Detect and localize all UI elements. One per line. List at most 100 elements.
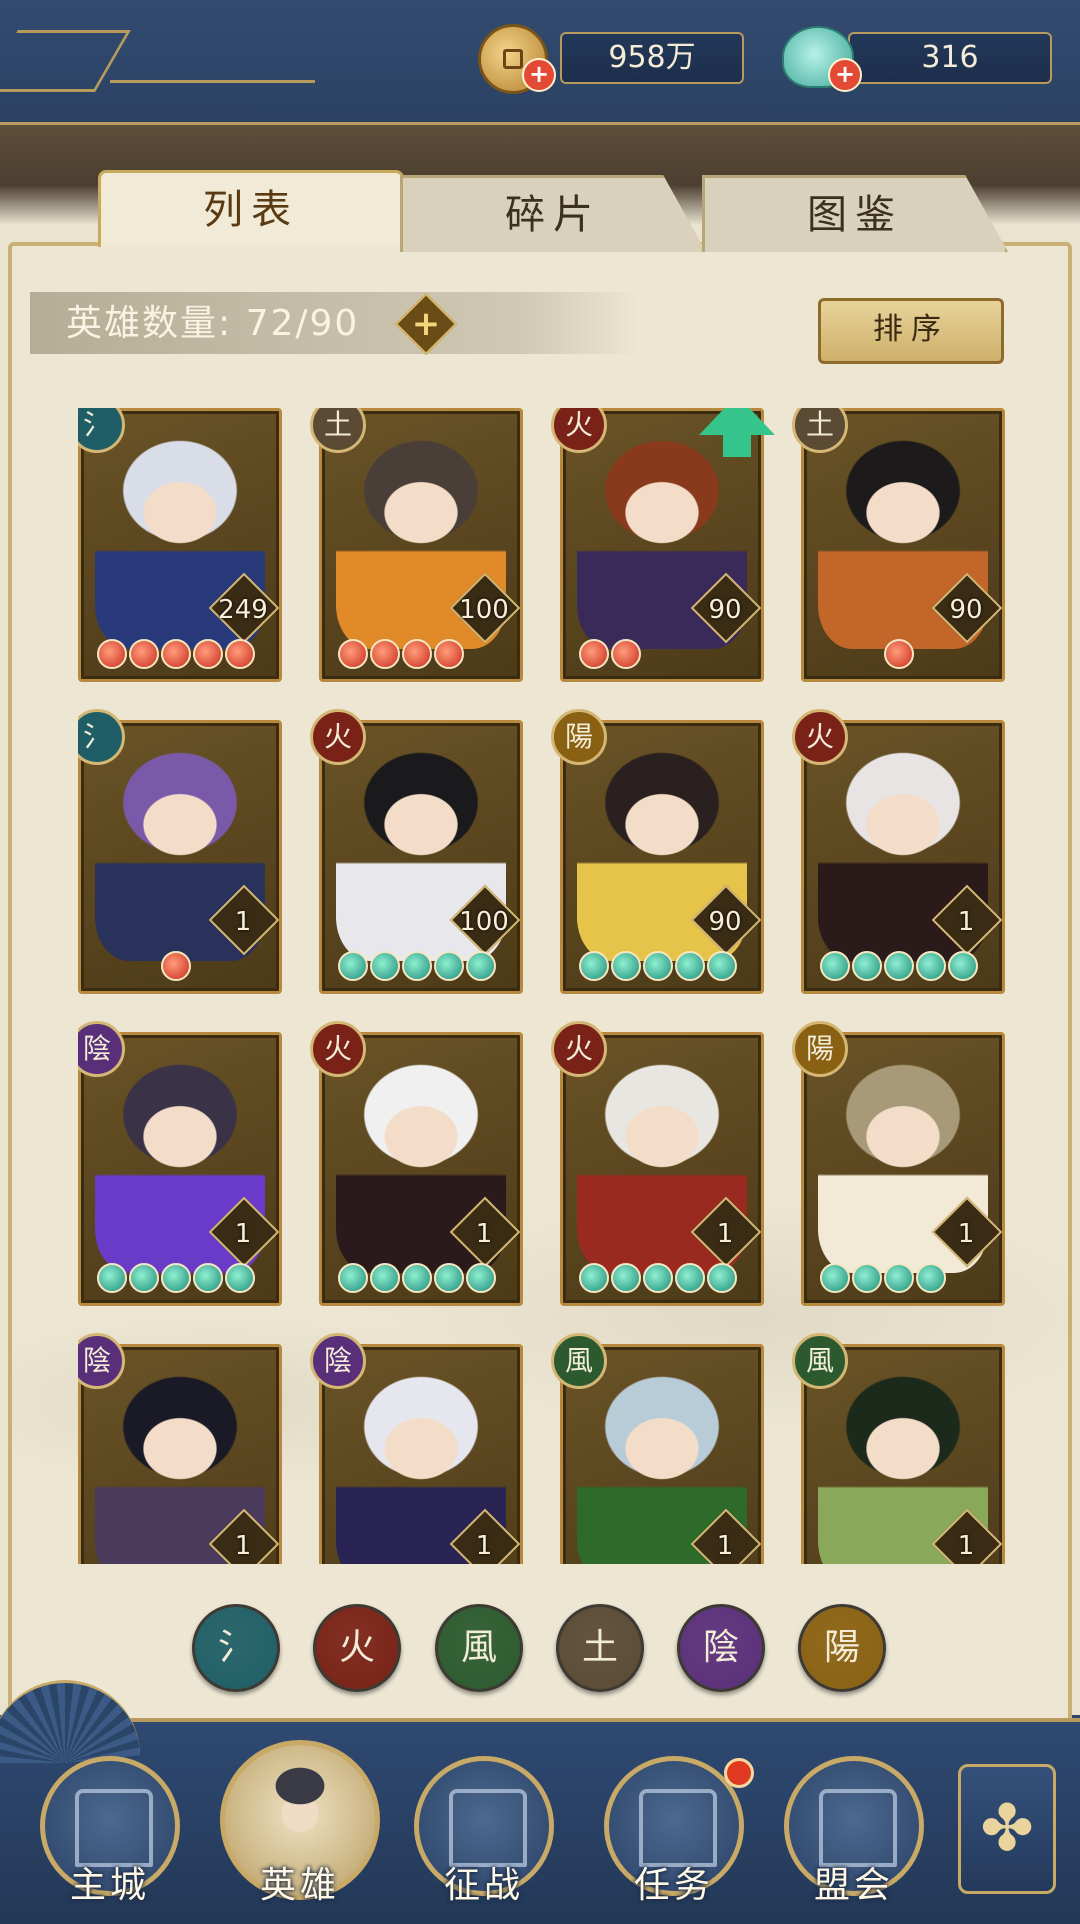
star-orb-icon bbox=[129, 639, 159, 669]
star-rating bbox=[338, 1263, 496, 1295]
hero-card[interactable]: 風1 bbox=[551, 1333, 764, 1564]
star-orb-icon bbox=[611, 639, 641, 669]
hero-level: 1 bbox=[475, 1531, 493, 1561]
star-rating bbox=[579, 951, 737, 983]
hero-level: 90 bbox=[708, 595, 742, 625]
yang-element-badge: 陽 bbox=[551, 709, 607, 765]
coins-value: 958万 bbox=[608, 40, 696, 75]
hero-card[interactable]: 火1 bbox=[310, 1021, 523, 1306]
hero-level: 1 bbox=[234, 907, 252, 937]
filter-fire-button[interactable]: 火 bbox=[313, 1604, 401, 1692]
star-orb-icon bbox=[643, 1263, 673, 1293]
hero-card[interactable]: 土 90 bbox=[792, 408, 1005, 682]
star-rating bbox=[338, 639, 464, 671]
hero-level: 1 bbox=[716, 1531, 734, 1561]
hero-card[interactable]: 土 100 bbox=[310, 408, 523, 682]
coins-counter: 958万 bbox=[560, 32, 744, 84]
filter-wind-button[interactable]: 風 bbox=[435, 1604, 523, 1692]
hero-card[interactable]: 陰1 bbox=[78, 1021, 282, 1306]
star-orb-icon bbox=[338, 639, 368, 669]
filter-water-button[interactable]: 氵 bbox=[192, 1604, 280, 1692]
hero-card[interactable]: 火1 bbox=[551, 1021, 764, 1306]
earth-element-badge: 土 bbox=[792, 408, 848, 453]
hero-card[interactable]: 風1 bbox=[792, 1333, 1005, 1564]
filter-yang-button[interactable]: 陽 bbox=[798, 1604, 886, 1692]
clover-menu-icon: ✤ bbox=[980, 1792, 1034, 1866]
star-orb-icon bbox=[434, 951, 464, 981]
earth-element-badge: 土 bbox=[310, 408, 366, 453]
star-orb-icon bbox=[611, 951, 641, 981]
star-orb-icon bbox=[852, 951, 882, 981]
notification-dot bbox=[724, 1758, 754, 1788]
tab-list[interactable]: 列表 bbox=[98, 170, 404, 247]
star-orb-icon bbox=[370, 951, 400, 981]
star-orb-icon bbox=[225, 1263, 255, 1293]
hero-level: 1 bbox=[475, 1219, 493, 1249]
star-orb-icon bbox=[466, 1263, 496, 1293]
star-rating bbox=[338, 951, 496, 983]
star-orb-icon bbox=[916, 951, 946, 981]
hero-count-label: 英雄数量: 72/90 bbox=[66, 303, 360, 344]
tab-codex[interactable]: 图鉴 bbox=[702, 175, 1008, 252]
hero-card[interactable]: 陰1 bbox=[78, 1333, 282, 1564]
star-orb-icon bbox=[611, 1263, 641, 1293]
hero-card[interactable]: 氵 249 bbox=[78, 408, 282, 682]
yang-element-badge: 陽 bbox=[792, 1021, 848, 1077]
star-orb-icon bbox=[884, 951, 914, 981]
star-rating bbox=[820, 951, 978, 983]
hero-card[interactable]: 氵1 bbox=[78, 709, 282, 994]
star-orb-icon bbox=[675, 1263, 705, 1293]
filter-yin-button[interactable]: 陰 bbox=[677, 1604, 765, 1692]
star-rating bbox=[820, 1263, 946, 1295]
fire-element-badge: 火 bbox=[310, 709, 366, 765]
hero-level: 90 bbox=[949, 595, 983, 625]
hero-level: 90 bbox=[708, 907, 742, 937]
star-rating bbox=[884, 639, 914, 671]
star-rating bbox=[579, 1263, 737, 1295]
more-menu-button[interactable]: ✤ bbox=[958, 1764, 1056, 1894]
sort-button[interactable]: 排序 bbox=[818, 298, 1004, 364]
star-orb-icon bbox=[97, 639, 127, 669]
nav-label: 任务 bbox=[633, 1865, 714, 1906]
star-orb-icon bbox=[852, 1263, 882, 1293]
star-orb-icon bbox=[707, 1263, 737, 1293]
star-orb-icon bbox=[707, 951, 737, 981]
hero-level: 1 bbox=[716, 1219, 734, 1249]
star-orb-icon bbox=[579, 639, 609, 669]
hero-card[interactable]: 火 100 bbox=[310, 709, 523, 994]
star-orb-icon bbox=[402, 951, 432, 981]
star-orb-icon bbox=[97, 1263, 127, 1293]
star-orb-icon bbox=[466, 951, 496, 981]
hero-level: 100 bbox=[459, 907, 509, 937]
water-element-badge: 氵 bbox=[78, 709, 125, 765]
star-orb-icon bbox=[225, 639, 255, 669]
star-orb-icon bbox=[402, 1263, 432, 1293]
hero-level: 1 bbox=[957, 1531, 975, 1561]
hero-card[interactable]: 陽 90 bbox=[551, 709, 764, 994]
hero-card[interactable]: 陽1 bbox=[792, 1021, 1005, 1306]
filter-earth-button[interactable]: 土 bbox=[556, 1604, 644, 1692]
add-shells-button[interactable]: + bbox=[828, 58, 862, 92]
upgrade-arrow-icon bbox=[699, 408, 775, 457]
star-orb-icon bbox=[820, 951, 850, 981]
nav-label: 征战 bbox=[443, 1865, 524, 1906]
hero-card[interactable]: 陰1 bbox=[310, 1333, 523, 1564]
add-coins-button[interactable]: + bbox=[522, 58, 556, 92]
tab-fragments[interactable]: 碎片 bbox=[400, 175, 706, 252]
hero-card[interactable]: 火 90 bbox=[551, 408, 775, 682]
hero-level: 1 bbox=[957, 907, 975, 937]
star-orb-icon bbox=[161, 951, 191, 981]
yin-element-badge: 陰 bbox=[310, 1333, 366, 1389]
star-orb-icon bbox=[161, 1263, 191, 1293]
star-rating bbox=[97, 1263, 255, 1295]
yin-element-badge: 陰 bbox=[78, 1021, 125, 1077]
star-orb-icon bbox=[193, 639, 223, 669]
fire-element-badge: 火 bbox=[792, 709, 848, 765]
star-orb-icon bbox=[338, 1263, 368, 1293]
wind-element-badge: 風 bbox=[551, 1333, 607, 1389]
plus-icon: + bbox=[411, 304, 441, 344]
hero-level: 249 bbox=[218, 595, 268, 625]
star-rating bbox=[97, 639, 255, 671]
hero-card[interactable]: 火1 bbox=[792, 709, 1005, 994]
star-orb-icon bbox=[643, 951, 673, 981]
